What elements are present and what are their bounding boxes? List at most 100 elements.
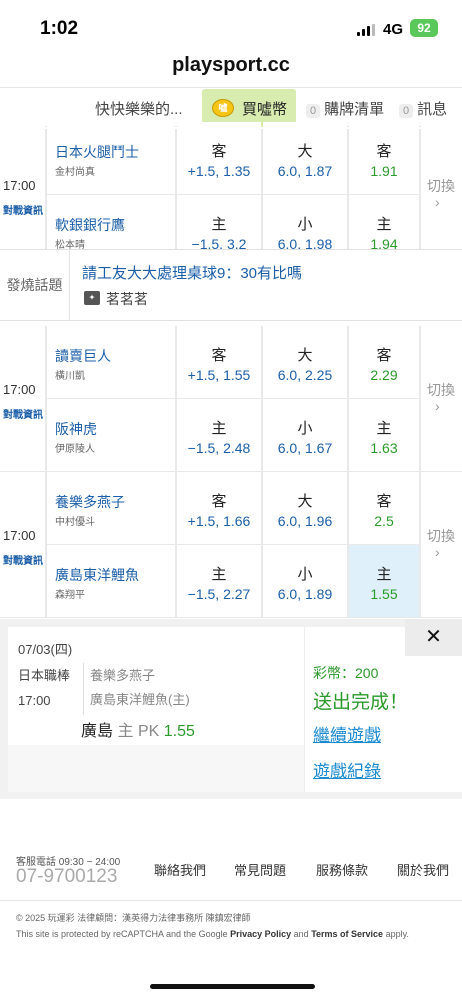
- switch-label: 切換: [427, 528, 455, 544]
- nav-buy-coins-label: 買噓幣: [242, 101, 288, 118]
- odds-value: 1.55: [370, 586, 398, 602]
- url-bar[interactable]: playsport.cc: [0, 54, 462, 77]
- cart-badge: 0: [306, 104, 321, 118]
- odds-side: 大: [297, 347, 313, 364]
- team-name: 軟銀銀行鷹: [55, 217, 125, 233]
- footer-link-about[interactable]: 關於我們: [397, 860, 449, 879]
- popup-separator: [304, 627, 305, 792]
- team-name: 日本火腿鬥士: [55, 144, 139, 160]
- odds-cell[interactable]: 小 6.0, 1.89: [263, 545, 347, 617]
- footer-link-faq[interactable]: 常見問題: [234, 860, 286, 879]
- odds-value: 6.0, 2.25: [277, 367, 333, 383]
- odds-side: 客: [376, 143, 392, 160]
- odds-cell[interactable]: 小 6.0, 1.67: [263, 399, 347, 471]
- privacy-link[interactable]: Privacy Policy: [230, 929, 291, 939]
- captcha-apply: apply.: [383, 929, 409, 939]
- status-bar: 1:02 4G 92: [0, 0, 462, 50]
- hot-topic[interactable]: 發燒話題 請工友大大處理桌球9：30有比嗎 ✦ 茗茗茗: [0, 249, 462, 321]
- status-time: 1:02: [40, 18, 79, 39]
- odds-cell[interactable]: 主 −1.5, 2.27: [177, 545, 261, 617]
- odds-cell[interactable]: 客 +1.5, 1.66: [177, 472, 261, 544]
- home-indicator: [150, 984, 315, 989]
- user-avatar-icon: ✦: [84, 291, 100, 305]
- switch-cell[interactable]: 切換 ›: [421, 122, 462, 267]
- game-time-cell: 17:00 對戰資訊: [0, 326, 45, 471]
- nav-user[interactable]: 快快樂樂的...: [95, 98, 183, 119]
- odds-side: 小: [297, 566, 313, 583]
- close-icon[interactable]: ✕: [405, 619, 462, 656]
- odds-cell[interactable]: 主 1.63: [349, 399, 419, 471]
- continue-game-link[interactable]: 繼續遊戲: [313, 721, 381, 746]
- odds-cell[interactable]: 客 +1.5, 1.55: [177, 326, 261, 398]
- odds-value: 2.29: [370, 367, 398, 383]
- switch-cell[interactable]: 切換 ›: [421, 326, 462, 471]
- game-history-link[interactable]: 遊戲紀錄: [313, 757, 381, 782]
- match-info-link[interactable]: 對戰資訊: [3, 202, 43, 217]
- footer-link-terms[interactable]: 服務條款: [316, 860, 368, 879]
- odds-side: 主: [211, 420, 227, 437]
- odds-side: 客: [211, 347, 227, 364]
- match-info-link[interactable]: 對戰資訊: [3, 552, 43, 567]
- odds-cell[interactable]: 大 6.0, 1.87: [263, 122, 347, 194]
- popup-ticket-edge: [8, 745, 304, 792]
- odds-side: 主: [376, 216, 392, 233]
- nav-messages-label: 訊息: [417, 101, 448, 118]
- team-cell-home[interactable]: 阪神虎 伊原陵人: [47, 399, 175, 471]
- team-name: 廣島東洋鯉魚: [55, 567, 139, 583]
- odds-value: 6.0, 1.87: [277, 163, 333, 179]
- popup-coins: 彩幣：200: [313, 665, 379, 681]
- popup-league: 日本職棒: [18, 668, 71, 683]
- nav-messages[interactable]: 0 訊息: [399, 98, 447, 119]
- top-nav: 快快樂樂的... 噓 買噓幣 0 購牌清單 0 訊息: [0, 87, 462, 127]
- game-group: 17:00 對戰資訊 日本火腿鬥士 金村尚真 軟銀銀行鷹 松本晴客 +1.5, 1.35 大 6…: [0, 122, 462, 268]
- odds-value: +1.5, 1.66: [187, 513, 251, 529]
- odds-side: 大: [297, 493, 313, 510]
- team-name: 阪神虎: [55, 421, 97, 437]
- footer-link-contact[interactable]: 聯絡我們: [154, 860, 206, 879]
- odds-cell[interactable]: 大 6.0, 2.25: [263, 326, 347, 398]
- pick-side: 主: [117, 723, 134, 740]
- switch-cell[interactable]: 切換 ›: [421, 472, 462, 617]
- pitcher-name: 金村尚真: [55, 167, 95, 178]
- signal-icon: [357, 24, 377, 36]
- match-info-link[interactable]: 對戰資訊: [3, 406, 43, 421]
- odds-side: 小: [297, 216, 313, 233]
- team-name: 讀賣巨人: [55, 348, 111, 364]
- terms-link[interactable]: Terms of Service: [311, 929, 383, 939]
- odds-value: 1.91: [370, 163, 398, 179]
- service-phone[interactable]: 07-9700123: [16, 866, 117, 888]
- odds-cell[interactable]: 客 1.91: [349, 122, 419, 194]
- pitcher-name: 森翔平: [55, 590, 85, 601]
- odds-cell[interactable]: 主 1.55: [349, 545, 419, 617]
- odds-value: 6.0, 1.89: [277, 586, 333, 602]
- odds-value: 2.5: [374, 513, 394, 529]
- captcha-notice: This site is protected by reCAPTCHA and …: [16, 929, 409, 939]
- game-group: 17:00 對戰資訊 養樂多燕子 中村優斗 廣島東洋鯉魚 森翔平客 +1.5, 1.66 大 6…: [0, 472, 462, 618]
- odds-value: +1.5, 1.35: [187, 163, 251, 179]
- popup-away: 養樂多燕子: [90, 668, 156, 683]
- odds-side: 小: [297, 420, 313, 437]
- odds-cell[interactable]: 客 2.5: [349, 472, 419, 544]
- game-time: 17:00: [3, 178, 36, 193]
- nav-cart[interactable]: 0 購牌清單: [306, 98, 384, 119]
- message-badge: 0: [399, 104, 414, 118]
- team-cell-home[interactable]: 廣島東洋鯉魚 森翔平: [47, 545, 175, 617]
- odds-cell[interactable]: 客 +1.5, 1.35: [177, 122, 261, 194]
- odds-cell[interactable]: 主 −1.5, 2.48: [177, 399, 261, 471]
- odds-side: 客: [376, 347, 392, 364]
- odds-side: 客: [211, 493, 227, 510]
- odds-value: 6.0, 1.96: [277, 513, 333, 529]
- odds-side: 主: [211, 216, 227, 233]
- hot-topic-title[interactable]: 請工友大大處理桌球9：30有比嗎: [82, 262, 302, 283]
- team-cell-away[interactable]: 讀賣巨人 橫川凱: [47, 326, 175, 398]
- game-time: 17:00: [3, 382, 36, 397]
- coin-icon: 噓: [212, 99, 234, 117]
- popup-done: 送出完成！: [313, 692, 409, 713]
- switch-label: 切換: [427, 178, 455, 194]
- odds-cell[interactable]: 客 2.29: [349, 326, 419, 398]
- team-cell-away[interactable]: 日本火腿鬥士金村尚真: [47, 122, 175, 194]
- divider: [83, 663, 84, 715]
- captcha-and: and: [291, 929, 312, 939]
- odds-cell[interactable]: 大 6.0, 1.96: [263, 472, 347, 544]
- team-cell-away[interactable]: 養樂多燕子 中村優斗: [47, 472, 175, 544]
